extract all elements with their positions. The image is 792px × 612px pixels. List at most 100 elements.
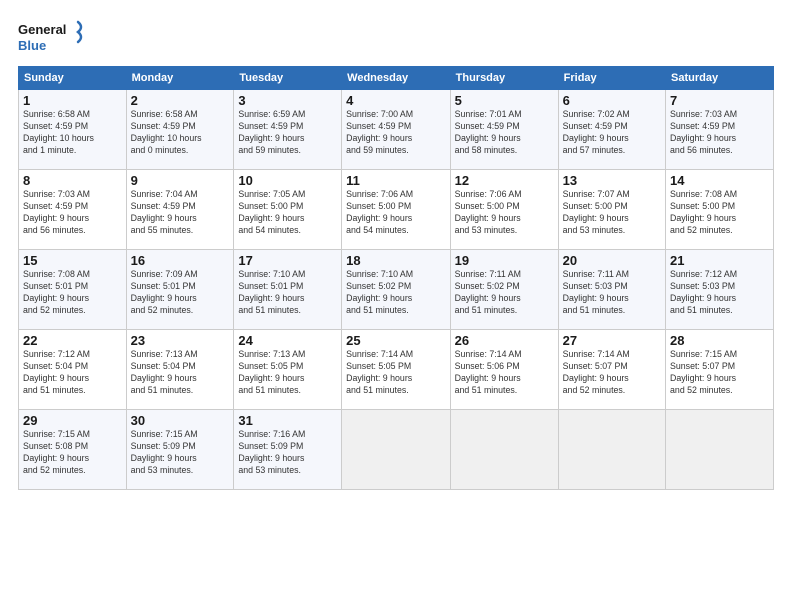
day-info: Sunrise: 7:16 AM Sunset: 5:09 PM Dayligh…: [238, 429, 337, 477]
day-info: Sunrise: 7:11 AM Sunset: 5:03 PM Dayligh…: [563, 269, 661, 317]
day-number: 18: [346, 253, 445, 268]
day-info: Sunrise: 7:11 AM Sunset: 5:02 PM Dayligh…: [455, 269, 554, 317]
calendar-cell: 26Sunrise: 7:14 AM Sunset: 5:06 PM Dayli…: [450, 330, 558, 410]
calendar-cell: 9Sunrise: 7:04 AM Sunset: 4:59 PM Daylig…: [126, 170, 234, 250]
calendar-week-2: 8Sunrise: 7:03 AM Sunset: 4:59 PM Daylig…: [19, 170, 774, 250]
day-number: 10: [238, 173, 337, 188]
day-info: Sunrise: 6:58 AM Sunset: 4:59 PM Dayligh…: [131, 109, 230, 157]
header-cell-friday: Friday: [558, 67, 665, 90]
day-info: Sunrise: 7:07 AM Sunset: 5:00 PM Dayligh…: [563, 189, 661, 237]
calendar-cell: 16Sunrise: 7:09 AM Sunset: 5:01 PM Dayli…: [126, 250, 234, 330]
day-info: Sunrise: 7:13 AM Sunset: 5:05 PM Dayligh…: [238, 349, 337, 397]
calendar-cell: 6Sunrise: 7:02 AM Sunset: 4:59 PM Daylig…: [558, 90, 665, 170]
day-info: Sunrise: 7:08 AM Sunset: 5:01 PM Dayligh…: [23, 269, 122, 317]
header-cell-saturday: Saturday: [666, 67, 774, 90]
calendar-cell: 23Sunrise: 7:13 AM Sunset: 5:04 PM Dayli…: [126, 330, 234, 410]
day-number: 31: [238, 413, 337, 428]
calendar-week-4: 22Sunrise: 7:12 AM Sunset: 5:04 PM Dayli…: [19, 330, 774, 410]
calendar-cell: 13Sunrise: 7:07 AM Sunset: 5:00 PM Dayli…: [558, 170, 665, 250]
day-info: Sunrise: 7:02 AM Sunset: 4:59 PM Dayligh…: [563, 109, 661, 157]
day-number: 19: [455, 253, 554, 268]
day-info: Sunrise: 7:08 AM Sunset: 5:00 PM Dayligh…: [670, 189, 769, 237]
day-info: Sunrise: 7:12 AM Sunset: 5:03 PM Dayligh…: [670, 269, 769, 317]
day-info: Sunrise: 7:04 AM Sunset: 4:59 PM Dayligh…: [131, 189, 230, 237]
day-number: 30: [131, 413, 230, 428]
calendar-cell: 12Sunrise: 7:06 AM Sunset: 5:00 PM Dayli…: [450, 170, 558, 250]
day-number: 7: [670, 93, 769, 108]
header-cell-sunday: Sunday: [19, 67, 127, 90]
calendar-cell: 22Sunrise: 7:12 AM Sunset: 5:04 PM Dayli…: [19, 330, 127, 410]
day-number: 24: [238, 333, 337, 348]
calendar-cell: 30Sunrise: 7:15 AM Sunset: 5:09 PM Dayli…: [126, 410, 234, 490]
calendar-cell: 2Sunrise: 6:58 AM Sunset: 4:59 PM Daylig…: [126, 90, 234, 170]
day-info: Sunrise: 7:09 AM Sunset: 5:01 PM Dayligh…: [131, 269, 230, 317]
day-number: 1: [23, 93, 122, 108]
calendar-cell: 1Sunrise: 6:58 AM Sunset: 4:59 PM Daylig…: [19, 90, 127, 170]
calendar-cell: 28Sunrise: 7:15 AM Sunset: 5:07 PM Dayli…: [666, 330, 774, 410]
day-number: 21: [670, 253, 769, 268]
day-info: Sunrise: 7:06 AM Sunset: 5:00 PM Dayligh…: [455, 189, 554, 237]
header-cell-tuesday: Tuesday: [234, 67, 342, 90]
day-info: Sunrise: 7:14 AM Sunset: 5:06 PM Dayligh…: [455, 349, 554, 397]
day-info: Sunrise: 7:03 AM Sunset: 4:59 PM Dayligh…: [670, 109, 769, 157]
calendar-cell: 4Sunrise: 7:00 AM Sunset: 4:59 PM Daylig…: [342, 90, 450, 170]
day-number: 29: [23, 413, 122, 428]
calendar-cell: 5Sunrise: 7:01 AM Sunset: 4:59 PM Daylig…: [450, 90, 558, 170]
header: General Blue: [18, 18, 774, 56]
calendar-cell: 3Sunrise: 6:59 AM Sunset: 4:59 PM Daylig…: [234, 90, 342, 170]
day-info: Sunrise: 6:59 AM Sunset: 4:59 PM Dayligh…: [238, 109, 337, 157]
calendar-cell: [558, 410, 665, 490]
day-info: Sunrise: 7:14 AM Sunset: 5:07 PM Dayligh…: [563, 349, 661, 397]
day-number: 15: [23, 253, 122, 268]
calendar-cell: 31Sunrise: 7:16 AM Sunset: 5:09 PM Dayli…: [234, 410, 342, 490]
day-number: 26: [455, 333, 554, 348]
day-number: 17: [238, 253, 337, 268]
calendar-cell: [342, 410, 450, 490]
calendar-cell: 15Sunrise: 7:08 AM Sunset: 5:01 PM Dayli…: [19, 250, 127, 330]
page: General Blue SundayMondayTuesdayWednesda…: [0, 0, 792, 500]
header-cell-thursday: Thursday: [450, 67, 558, 90]
day-number: 25: [346, 333, 445, 348]
day-info: Sunrise: 7:10 AM Sunset: 5:01 PM Dayligh…: [238, 269, 337, 317]
calendar-cell: [666, 410, 774, 490]
day-info: Sunrise: 7:14 AM Sunset: 5:05 PM Dayligh…: [346, 349, 445, 397]
calendar-header-row: SundayMondayTuesdayWednesdayThursdayFrid…: [19, 67, 774, 90]
calendar-body: 1Sunrise: 6:58 AM Sunset: 4:59 PM Daylig…: [19, 90, 774, 490]
day-info: Sunrise: 7:01 AM Sunset: 4:59 PM Dayligh…: [455, 109, 554, 157]
day-info: Sunrise: 7:15 AM Sunset: 5:08 PM Dayligh…: [23, 429, 122, 477]
calendar-cell: 24Sunrise: 7:13 AM Sunset: 5:05 PM Dayli…: [234, 330, 342, 410]
calendar-cell: 20Sunrise: 7:11 AM Sunset: 5:03 PM Dayli…: [558, 250, 665, 330]
day-info: Sunrise: 7:03 AM Sunset: 4:59 PM Dayligh…: [23, 189, 122, 237]
calendar-week-3: 15Sunrise: 7:08 AM Sunset: 5:01 PM Dayli…: [19, 250, 774, 330]
calendar-week-1: 1Sunrise: 6:58 AM Sunset: 4:59 PM Daylig…: [19, 90, 774, 170]
day-number: 12: [455, 173, 554, 188]
day-info: Sunrise: 6:58 AM Sunset: 4:59 PM Dayligh…: [23, 109, 122, 157]
day-number: 11: [346, 173, 445, 188]
day-number: 22: [23, 333, 122, 348]
day-number: 28: [670, 333, 769, 348]
svg-text:General: General: [18, 22, 66, 37]
calendar-cell: 7Sunrise: 7:03 AM Sunset: 4:59 PM Daylig…: [666, 90, 774, 170]
header-cell-wednesday: Wednesday: [342, 67, 450, 90]
day-number: 8: [23, 173, 122, 188]
day-number: 9: [131, 173, 230, 188]
calendar-table: SundayMondayTuesdayWednesdayThursdayFrid…: [18, 66, 774, 490]
day-number: 5: [455, 93, 554, 108]
day-number: 27: [563, 333, 661, 348]
calendar-cell: 8Sunrise: 7:03 AM Sunset: 4:59 PM Daylig…: [19, 170, 127, 250]
calendar-cell: 17Sunrise: 7:10 AM Sunset: 5:01 PM Dayli…: [234, 250, 342, 330]
header-cell-monday: Monday: [126, 67, 234, 90]
day-info: Sunrise: 7:15 AM Sunset: 5:07 PM Dayligh…: [670, 349, 769, 397]
day-number: 13: [563, 173, 661, 188]
day-number: 23: [131, 333, 230, 348]
day-number: 3: [238, 93, 337, 108]
calendar-cell: 10Sunrise: 7:05 AM Sunset: 5:00 PM Dayli…: [234, 170, 342, 250]
calendar-cell: 18Sunrise: 7:10 AM Sunset: 5:02 PM Dayli…: [342, 250, 450, 330]
svg-text:Blue: Blue: [18, 38, 46, 53]
calendar-cell: 19Sunrise: 7:11 AM Sunset: 5:02 PM Dayli…: [450, 250, 558, 330]
calendar-week-5: 29Sunrise: 7:15 AM Sunset: 5:08 PM Dayli…: [19, 410, 774, 490]
day-info: Sunrise: 7:06 AM Sunset: 5:00 PM Dayligh…: [346, 189, 445, 237]
calendar-cell: 25Sunrise: 7:14 AM Sunset: 5:05 PM Dayli…: [342, 330, 450, 410]
day-info: Sunrise: 7:12 AM Sunset: 5:04 PM Dayligh…: [23, 349, 122, 397]
day-info: Sunrise: 7:13 AM Sunset: 5:04 PM Dayligh…: [131, 349, 230, 397]
